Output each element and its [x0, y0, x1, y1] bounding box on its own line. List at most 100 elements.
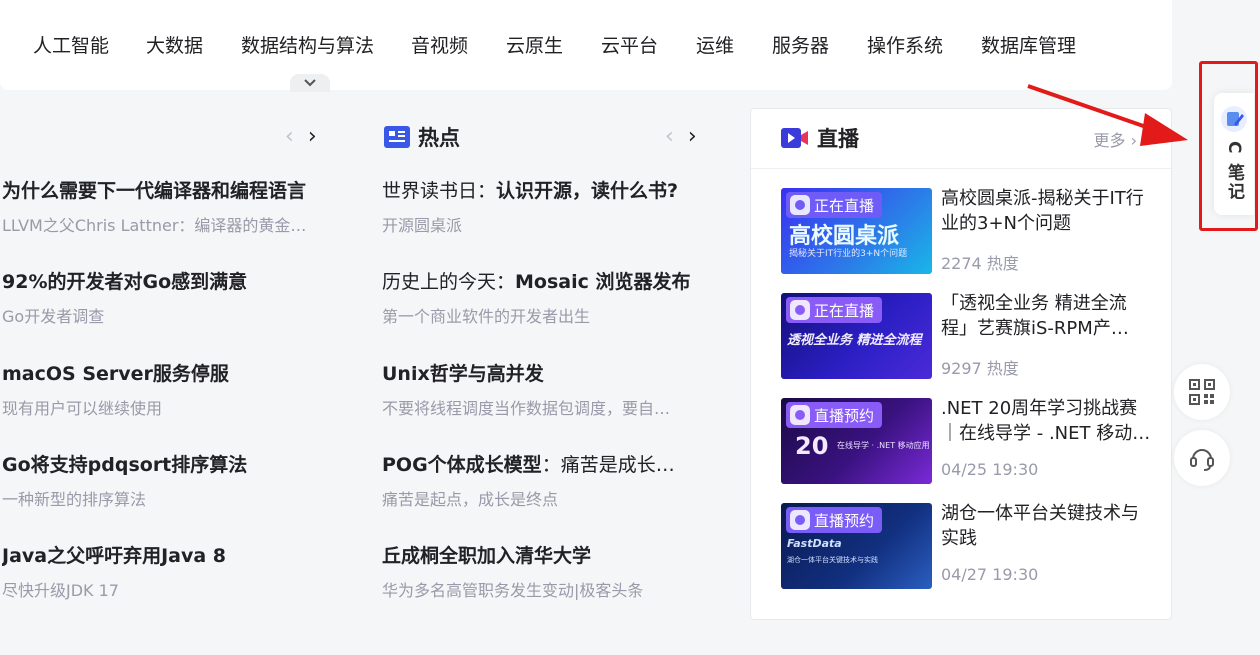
- hot-prefix: 历史上的今天：: [382, 271, 516, 293]
- thumb-title: FastData: [787, 537, 842, 550]
- hot-suffix: ：痛苦是成长…: [541, 454, 675, 476]
- live-card[interactable]: 直播预约 FastData 湖仓一体平台关键技术与实践 湖仓一体平台关键技术与实…: [781, 503, 1161, 589]
- hot-item[interactable]: 历史上的今天：Mosaic 浏览器发布 第一个商业软件的开发者出生: [382, 267, 702, 327]
- nav-category[interactable]: 云平台: [601, 31, 658, 58]
- live-video-icon: [781, 128, 808, 148]
- news-title: Java之父呼吁弃用Java 8: [2, 545, 227, 567]
- status-badge: 直播预约: [786, 507, 883, 533]
- news-title: 为什么需要下一代编译器和编程语言: [2, 180, 307, 202]
- hot-prefix: 世界读书日：: [382, 180, 497, 202]
- news-item[interactable]: Java之父呼吁弃用Java 8 尽快升级JDK 17: [2, 541, 332, 601]
- thumb-subtitle: 在线导学 · .NET 移动应用: [837, 441, 930, 450]
- hot-item[interactable]: 丘成桐全职加入清华大学 华为多名高管职务发生变动|极客头条: [382, 541, 702, 601]
- news-subtitle: 现有用户可以继续使用: [2, 399, 163, 418]
- thumb-title: 20: [795, 432, 829, 460]
- hot-title: Mosaic 浏览器发布: [515, 271, 691, 293]
- live-card[interactable]: 正在直播 透视全业务 精进全流程 「透视全业务 精进全流程」艺赛旗iS-RPM产…: [781, 293, 1161, 379]
- hot-subtitle: 痛苦是起点，成长是终点: [382, 490, 559, 509]
- nav-category[interactable]: 音视频: [411, 31, 468, 58]
- nav-category[interactable]: 操作系统: [867, 31, 943, 58]
- qrcode-icon: [1189, 379, 1215, 405]
- live-card-meta: 04/27 19:30: [941, 565, 1039, 584]
- thumb-subtitle: 揭秘关于IT行业的3+N个问题: [789, 249, 908, 259]
- live-title: 直播: [817, 127, 859, 151]
- news-title: 92%的开发者对Go感到满意: [2, 271, 248, 293]
- qrcode-button[interactable]: [1174, 364, 1230, 420]
- news-item[interactable]: 92%的开发者对Go感到满意 Go开发者调查: [2, 267, 332, 327]
- news-subtitle: 尽快升级JDK 17: [2, 581, 119, 600]
- news-subtitle: Go开发者调查: [2, 307, 105, 326]
- live-badge-icon: [790, 405, 810, 425]
- nav-category[interactable]: 云原生: [506, 31, 563, 58]
- nav-category[interactable]: 大数据: [146, 31, 203, 58]
- live-thumbnail: 直播预约 20 在线导学 · .NET 移动应用: [781, 398, 932, 484]
- customer-service-button[interactable]: [1174, 430, 1230, 486]
- live-card-title: 高校圆桌派-揭秘关于IT行业的3+N个问题: [941, 188, 1144, 234]
- hot-title: 热点: [418, 126, 460, 150]
- badge-label: 正在直播: [814, 196, 875, 215]
- hot-title: 认识开源，读什么书?: [496, 180, 679, 202]
- live-thumbnail: 正在直播 高校圆桌派 揭秘关于IT行业的3+N个问题: [781, 188, 932, 274]
- nav-category[interactable]: 数据库管理: [981, 31, 1076, 58]
- thumb-subtitle: 湖仓一体平台关键技术与实践: [787, 556, 878, 564]
- status-badge: 直播预约: [786, 402, 883, 428]
- hot-subtitle: 开源圆桌派: [382, 216, 463, 235]
- hot-item[interactable]: Unix哲学与高并发 不要将线程调度当作数据包调度，要自…: [382, 359, 702, 419]
- nav-category[interactable]: 服务器: [772, 31, 829, 58]
- hot-item[interactable]: 世界读书日：认识开源，读什么书? 开源圆桌派: [382, 176, 702, 236]
- next-arrow-icon[interactable]: ›: [308, 126, 317, 148]
- hot-subtitle: 第一个商业软件的开发者出生: [382, 307, 591, 326]
- hot-subtitle: 华为多名高管职务发生变动|极客头条: [382, 581, 644, 600]
- hot-header: 热点: [384, 122, 460, 152]
- hot-subtitle: 不要将线程调度当作数据包调度，要自…: [382, 399, 671, 418]
- live-card[interactable]: 直播预约 20 在线导学 · .NET 移动应用 .NET 20周年学习挑战赛｜…: [781, 398, 1161, 484]
- live-card-title: .NET 20周年学习挑战赛｜在线导学 - .NET 移动…: [941, 398, 1151, 444]
- thumb-title: 透视全业务 精进全流程: [787, 333, 922, 348]
- chevron-down-icon: [304, 79, 316, 87]
- live-card-meta: 04/25 19:30: [941, 460, 1039, 479]
- news-title: Go将支持pdqsort排序算法: [2, 454, 248, 476]
- live-thumbnail: 正在直播 透视全业务 精进全流程: [781, 293, 932, 379]
- live-header: 直播: [781, 123, 859, 153]
- badge-label: 直播预约: [814, 511, 875, 530]
- status-badge: 正在直播: [786, 297, 883, 323]
- annotation-arrow: [1027, 84, 1188, 146]
- hot-title: Unix哲学与高并发: [382, 363, 544, 385]
- category-nav: 人工智能 大数据 数据结构与算法 音视频 云原生 云平台 运维 服务器 操作系统…: [0, 0, 1172, 90]
- hot-icon: [384, 126, 410, 148]
- news-item[interactable]: macOS Server服务停服 现有用户可以继续使用: [2, 359, 332, 419]
- nav-category[interactable]: 运维: [696, 31, 734, 58]
- news-title: macOS Server服务停服: [2, 363, 229, 385]
- expand-nav-button[interactable]: [290, 74, 330, 92]
- news-pager: ‹ ›: [285, 126, 317, 148]
- hot-pager: ‹ ›: [665, 126, 697, 148]
- news-subtitle: LLVM之父Chris Lattner：编译器的黄金…: [2, 216, 307, 235]
- live-badge-icon: [790, 510, 810, 530]
- badge-label: 正在直播: [814, 301, 875, 320]
- news-item[interactable]: Go将支持pdqsort排序算法 一种新型的排序算法: [2, 450, 332, 510]
- live-panel: 直播 更多 › 正在直播 高校圆桌派 揭秘关于IT行业的3+N个问题 高校圆桌派…: [750, 108, 1172, 620]
- live-thumbnail: 直播预约 FastData 湖仓一体平台关键技术与实践: [781, 503, 932, 589]
- nav-category[interactable]: 数据结构与算法: [241, 31, 374, 58]
- live-card-meta: 9297 热度: [941, 359, 1019, 378]
- live-card-title: 湖仓一体平台关键技术与实践: [941, 503, 1139, 549]
- divider: [751, 168, 1171, 169]
- highlight-box: [1199, 61, 1258, 231]
- news-item[interactable]: 为什么需要下一代编译器和编程语言 LLVM之父Chris Lattner：编译器…: [2, 176, 327, 236]
- hot-title: POG个体成长模型: [382, 454, 542, 476]
- live-card-meta: 2274 热度: [941, 254, 1019, 273]
- next-arrow-icon[interactable]: ›: [688, 126, 697, 148]
- prev-arrow-icon[interactable]: ‹: [665, 126, 674, 148]
- hot-item[interactable]: POG个体成长模型：痛苦是成长… 痛苦是起点，成长是终点: [382, 450, 702, 510]
- live-card-title: 「透视全业务 精进全流程」艺赛旗iS-RPM产…: [941, 293, 1129, 339]
- nav-category[interactable]: 人工智能: [33, 31, 109, 58]
- live-badge-icon: [790, 300, 810, 320]
- prev-arrow-icon[interactable]: ‹: [285, 126, 294, 148]
- news-subtitle: 一种新型的排序算法: [2, 490, 147, 509]
- hot-title: 丘成桐全职加入清华大学: [382, 545, 592, 567]
- live-card[interactable]: 正在直播 高校圆桌派 揭秘关于IT行业的3+N个问题 高校圆桌派-揭秘关于IT行…: [781, 188, 1161, 274]
- live-badge-icon: [790, 195, 810, 215]
- headset-icon: [1190, 449, 1214, 471]
- status-badge: 正在直播: [786, 192, 883, 218]
- badge-label: 直播预约: [814, 406, 875, 425]
